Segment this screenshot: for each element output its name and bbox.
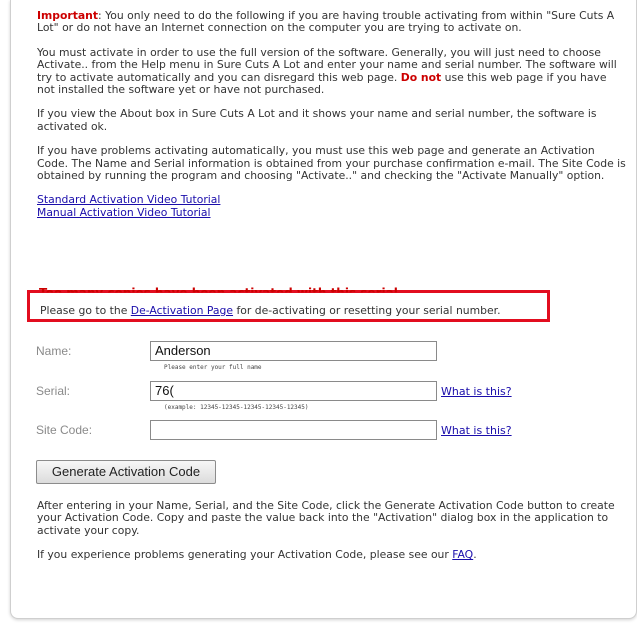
name-label: Name: <box>36 344 72 358</box>
faq-link[interactable]: FAQ <box>452 548 473 561</box>
too-many-copies-warning: Too many copies have been activated with… <box>39 286 398 300</box>
name-row: Name: Anderson Please enter your full na… <box>36 341 636 381</box>
activation-paragraph: You must activate in order to use the fu… <box>37 46 627 97</box>
instructions-content: After entering in your Name, Serial, and… <box>37 499 627 574</box>
faq-text-before: If you experience problems generating yo… <box>37 548 453 562</box>
deactivation-warning-box: Too many copies have been activated with… <box>27 286 550 322</box>
deactivation-page-link[interactable]: De-Activation Page <box>131 304 233 317</box>
tutorial-links: Standard Activation Video Tutorial Manua… <box>37 194 627 219</box>
site-code-label: Site Code: <box>36 423 93 437</box>
deactivation-text-before: Please go to the <box>40 304 131 317</box>
standard-video-link[interactable]: Standard Activation Video Tutorial <box>37 193 220 206</box>
manual-video-link[interactable]: Manual Activation Video Tutorial <box>37 206 211 219</box>
site-code-help-link[interactable]: What is this? <box>441 425 512 437</box>
serial-hint: (example: 12345-12345-12345-12345-12345) <box>164 404 309 411</box>
important-text: : You only need to do the following if y… <box>37 9 615 35</box>
deactivation-message: Please go to the De-Activation Page for … <box>40 305 501 317</box>
serial-label: Serial: <box>36 384 71 398</box>
name-hint: Please enter your full name <box>164 364 262 371</box>
deactivation-text-after: for de-activating or resetting your seri… <box>233 304 501 317</box>
faq-text-after: . <box>473 548 477 562</box>
serial-row: Serial: 76( What is this? (example: 1234… <box>36 381 636 421</box>
important-label: Important <box>37 9 99 22</box>
serial-help-link[interactable]: What is this? <box>441 386 512 398</box>
serial-input[interactable]: 76( <box>150 381 437 401</box>
about-box-paragraph: If you view the About box in Sure Cuts A… <box>37 107 597 133</box>
after-entry-paragraph: After entering in your Name, Serial, and… <box>37 499 615 537</box>
important-paragraph: Important: You only need to do the follo… <box>37 9 627 35</box>
faq-paragraph: If you experience problems generating yo… <box>37 549 627 561</box>
site-code-row: Site Code: What is this? <box>36 420 636 460</box>
site-code-input[interactable] <box>150 420 437 440</box>
manual-activation-paragraph: If you have problems activating automati… <box>37 144 626 183</box>
generate-activation-code-button[interactable]: Generate Activation Code <box>36 460 216 484</box>
do-not-warning: Do not <box>400 70 442 84</box>
main-content: Important: You only need to do the follo… <box>37 9 627 229</box>
name-input[interactable]: Anderson <box>150 341 437 361</box>
